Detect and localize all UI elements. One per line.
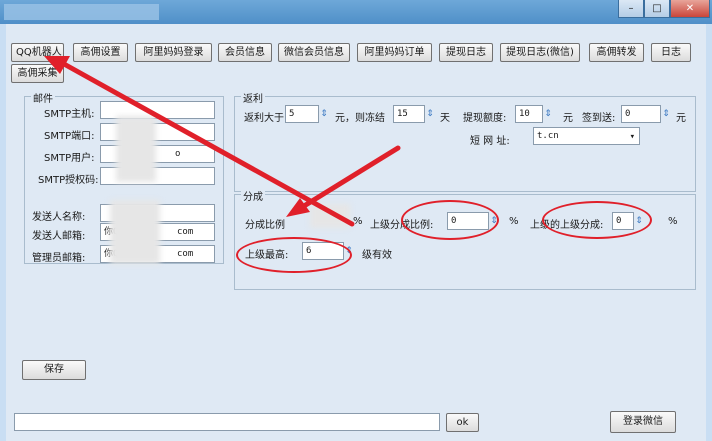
annotation-ring-upper-ratio <box>401 200 499 240</box>
share-group-title: 分成 <box>241 188 265 203</box>
freeze-label: 元，则冻结 <box>335 113 385 124</box>
rebate-over-spinner[interactable]: ⇕ <box>318 105 330 123</box>
withdraw-spinner[interactable]: ⇕ <box>542 105 554 123</box>
admin-mail-label: 管理员邮箱: <box>32 253 86 264</box>
rebate-group-title: 返利 <box>241 90 265 105</box>
percent-label-2: % <box>509 216 519 227</box>
smtp-port-label: SMTP端口: <box>44 131 95 142</box>
tab-log[interactable]: 日志 <box>651 43 691 62</box>
save-button[interactable]: 保存 <box>22 360 86 380</box>
window-title-redacted <box>4 4 159 20</box>
annotation-ring-upper-upper <box>542 201 652 239</box>
maximize-button[interactable]: □ <box>644 0 670 18</box>
sender-mail-value-tail: com <box>177 227 194 237</box>
checkin-spinner[interactable]: ⇕ <box>660 105 672 123</box>
window-controls: – □ ✕ <box>618 0 710 18</box>
percent-label-1: % <box>353 216 363 227</box>
rebate-over-input[interactable]: 5 <box>285 105 319 123</box>
day-unit-label: 天 <box>440 113 450 124</box>
rebate-over-label: 返利大于 <box>244 113 284 124</box>
tab-withdraw-log[interactable]: 提现日志 <box>439 43 493 62</box>
chevron-down-icon: ▾ <box>629 132 635 142</box>
tab-alimama-orders[interactable]: 阿里妈妈订单 <box>357 43 432 62</box>
yuan-unit-label: 元 <box>563 113 573 124</box>
sender-mail-label: 发送人邮箱: <box>32 231 86 242</box>
command-input[interactable] <box>14 413 440 431</box>
login-wechat-button[interactable]: 登录微信 <box>610 411 676 433</box>
smtp-user-value-tail: o <box>175 149 181 159</box>
freeze-days-input[interactable]: 15 <box>393 105 425 123</box>
mail-group-title: 邮件 <box>31 90 55 105</box>
short-url-select[interactable]: t.cn ▾ <box>533 127 640 145</box>
tab-rebate-forward[interactable]: 高佣转发 <box>589 43 644 62</box>
redaction-blur <box>310 204 350 228</box>
tab-member-info[interactable]: 会员信息 <box>218 43 272 62</box>
redaction-blur <box>110 200 160 264</box>
tab-alimama-login[interactable]: 阿里妈妈登录 <box>135 43 212 62</box>
tab-rebate-collect[interactable]: 高佣采集 <box>11 64 64 83</box>
withdraw-label: 提现额度: <box>463 113 507 124</box>
yuan-unit-label-2: 元 <box>676 113 686 124</box>
annotation-ring-max-level <box>236 237 352 273</box>
short-url-value: t.cn <box>537 131 559 141</box>
minimize-button[interactable]: – <box>618 0 644 18</box>
admin-mail-value-tail: com <box>177 249 194 259</box>
freeze-days-spinner[interactable]: ⇕ <box>424 105 436 123</box>
tab-wechat-member-info[interactable]: 微信会员信息 <box>278 43 350 62</box>
percent-label-3: % <box>668 216 678 227</box>
checkin-label: 签到送: <box>582 113 616 124</box>
tab-qq-robot[interactable]: QQ机器人 <box>11 43 64 62</box>
tab-rebate-settings[interactable]: 高佣设置 <box>73 43 128 62</box>
short-url-label: 短 网 址: <box>470 136 510 147</box>
smtp-user-label: SMTP用户: <box>44 153 95 164</box>
level-suffix-label: 级有效 <box>362 250 392 261</box>
smtp-code-label: SMTP授权码: <box>38 175 99 186</box>
checkin-input[interactable]: 0 <box>621 105 661 123</box>
withdraw-input[interactable]: 10 <box>515 105 543 123</box>
share-ratio-label: 分成比例 <box>245 220 285 231</box>
ok-button[interactable]: ok <box>446 413 479 432</box>
sender-name-label: 发送人名称: <box>32 212 86 223</box>
close-button[interactable]: ✕ <box>670 0 710 18</box>
redaction-blur <box>116 116 156 182</box>
smtp-host-label: SMTP主机: <box>44 109 95 120</box>
tab-withdraw-log-wechat[interactable]: 提现日志(微信) <box>500 43 580 62</box>
title-bar: – □ ✕ <box>0 0 712 24</box>
